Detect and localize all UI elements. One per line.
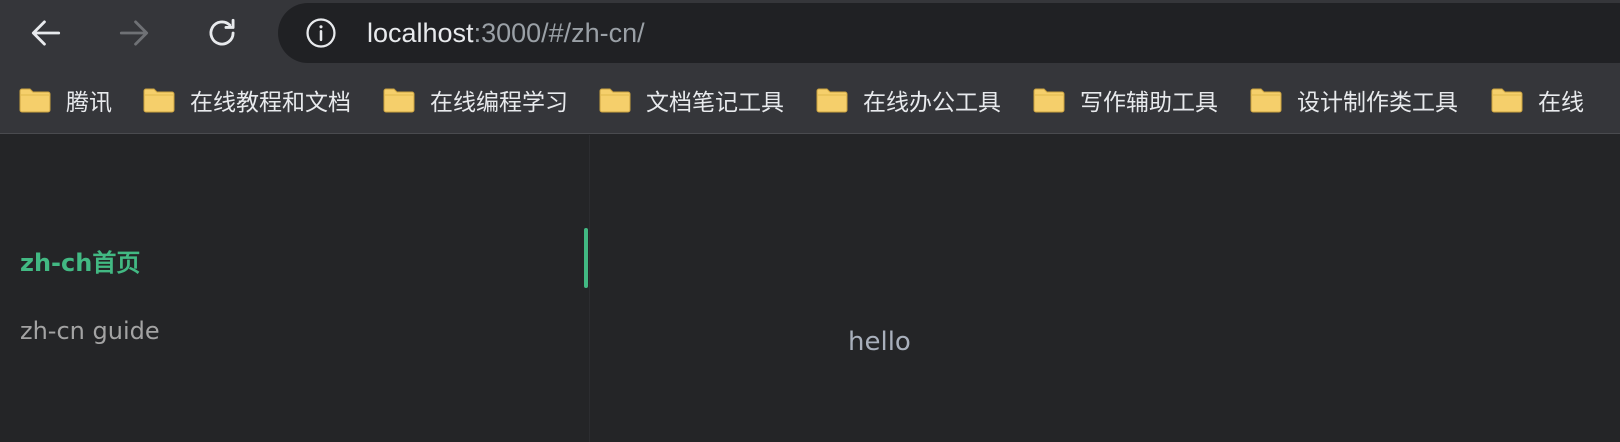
bookmark-label: 设计制作类工具 (1297, 90, 1458, 116)
forward-button[interactable] (111, 10, 157, 56)
bookmark-folder[interactable]: 在线教程和文档 (142, 84, 351, 116)
bookmark-label: 腾讯 (66, 90, 112, 116)
sidebar-item-home[interactable]: zh-ch首页 (20, 243, 140, 278)
folder-icon (1491, 88, 1523, 113)
address-bar[interactable]: localhost:3000/#/zh-cn/ (278, 3, 1620, 63)
folder-icon (1033, 88, 1065, 113)
arrow-right-icon (119, 20, 149, 46)
sidebar-item-guide[interactable]: zh-cn guide (20, 317, 160, 345)
bookmark-label: 写作辅助工具 (1080, 90, 1218, 116)
sidebar (0, 135, 590, 442)
bookmarks-bar: 腾讯 在线教程和文档 在线编程学习 文档笔记工具 在线办公工具 写作辅助工具 设… (0, 66, 1620, 134)
folder-icon (383, 88, 415, 113)
url-text[interactable]: localhost:3000/#/zh-cn/ (367, 17, 645, 49)
reload-icon (209, 18, 235, 46)
bookmark-label: 在线教程和文档 (190, 90, 351, 116)
folder-icon (816, 88, 848, 113)
bookmark-folder[interactable]: 在线 (1490, 84, 1584, 116)
bookmark-folder[interactable]: 写作辅助工具 (1032, 84, 1218, 116)
folder-icon (143, 88, 175, 113)
bookmark-folder[interactable]: 在线编程学习 (382, 84, 568, 116)
info-icon[interactable] (304, 16, 338, 50)
reload-button[interactable] (199, 10, 245, 56)
bookmark-folder[interactable]: 文档笔记工具 (598, 84, 784, 116)
content-text: hello (848, 327, 911, 357)
bookmark-label: 在线编程学习 (430, 90, 568, 116)
folder-icon (1250, 88, 1282, 113)
bookmark-folder[interactable]: 在线办公工具 (815, 84, 1001, 116)
bookmark-label: 在线 (1538, 90, 1584, 116)
bookmark-label: 文档笔记工具 (646, 90, 784, 116)
arrow-left-icon (31, 20, 61, 46)
back-button[interactable] (23, 10, 69, 56)
folder-icon (599, 88, 631, 113)
browser-toolbar: localhost:3000/#/zh-cn/ (0, 0, 1620, 66)
bookmark-folder[interactable]: 腾讯 (18, 84, 112, 116)
url-path: :3000/#/zh-cn/ (473, 18, 645, 48)
bookmark-folder[interactable]: 设计制作类工具 (1249, 84, 1458, 116)
main-content (591, 135, 1620, 442)
folder-icon (19, 88, 51, 113)
url-host: localhost (367, 18, 474, 48)
active-indicator (584, 228, 588, 288)
bookmark-label: 在线办公工具 (863, 90, 1001, 116)
